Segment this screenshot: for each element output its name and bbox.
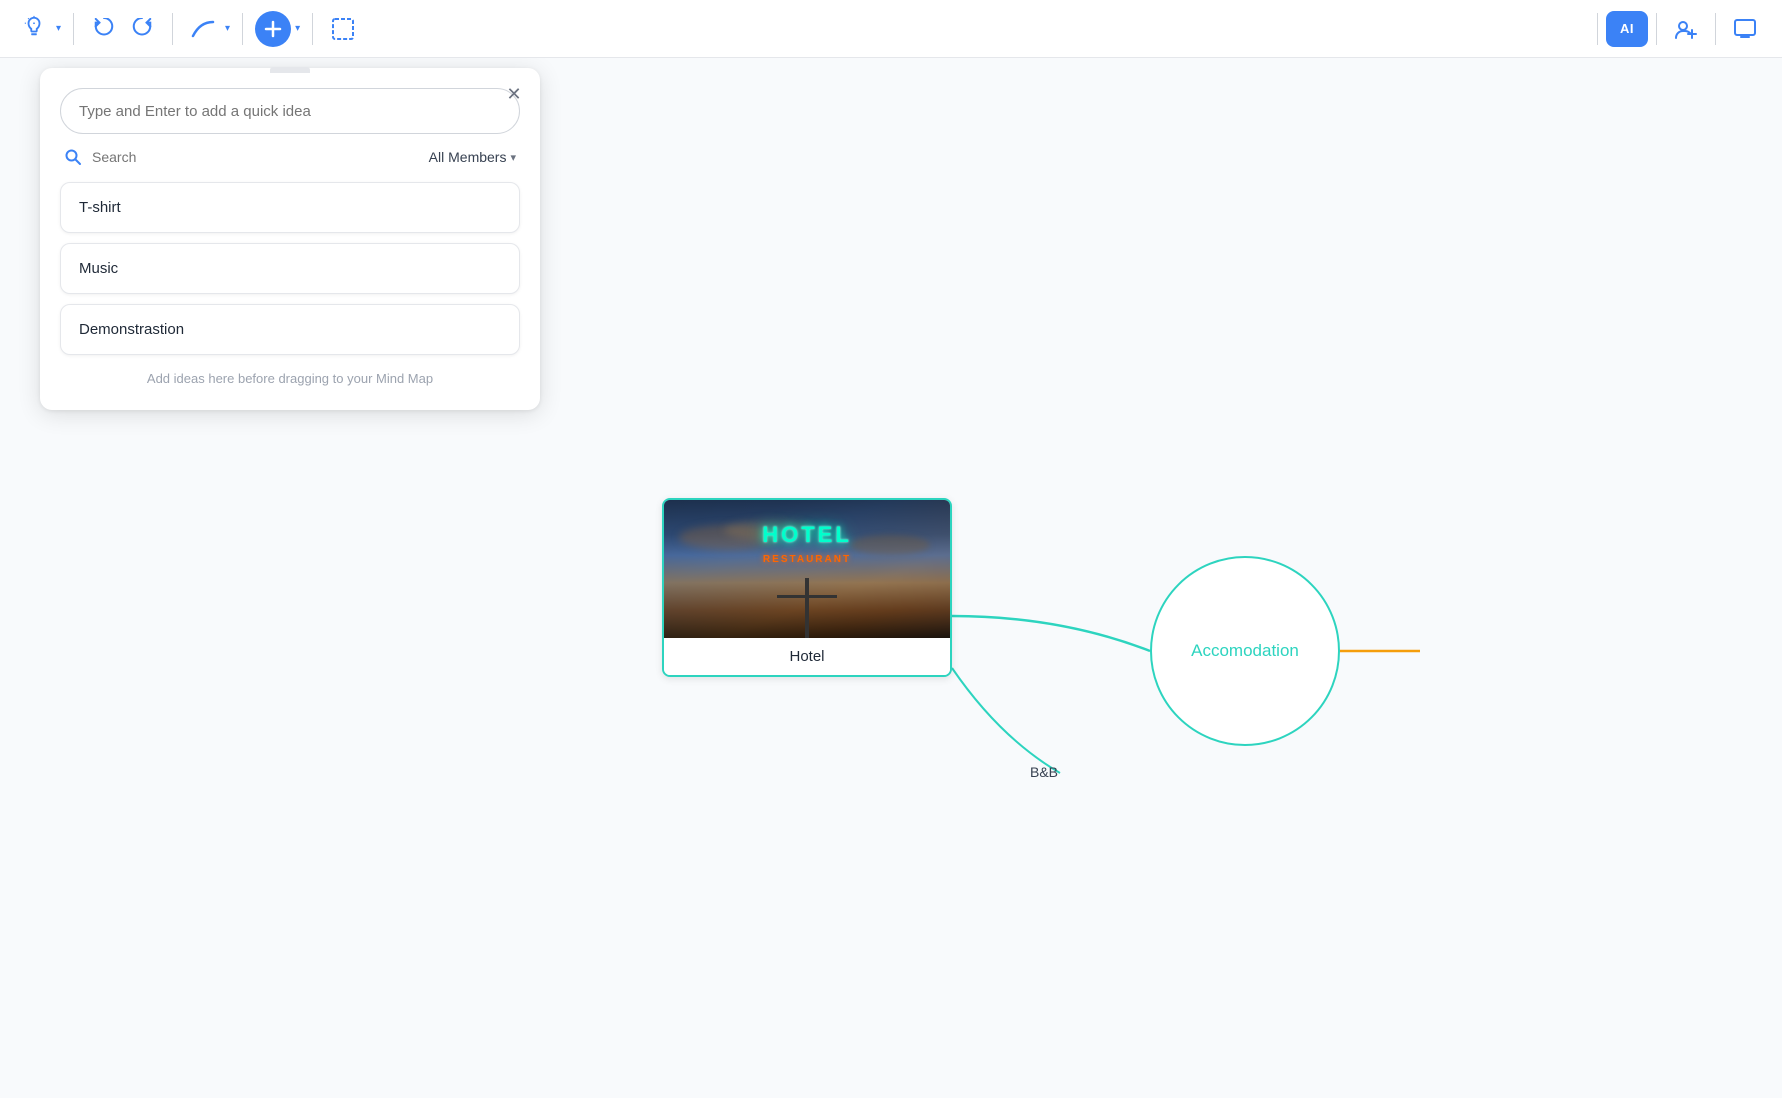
idea-text-music: Music [79,260,118,277]
idea-text-tshirt: T-shirt [79,199,121,216]
filter-dropdown-icon: ▾ [510,151,516,164]
right-divider-3 [1715,13,1716,45]
quick-idea-input[interactable] [60,88,520,134]
present-button[interactable] [1724,11,1766,47]
divider-3 [242,13,243,45]
divider-1 [73,13,74,45]
search-filter-row: All Members ▾ [60,148,520,166]
divider-4 [312,13,313,45]
idea-card-music[interactable]: Music [60,243,520,294]
undo-redo-group [86,11,160,47]
undo-button[interactable] [86,11,122,47]
hotel-sign: HOTEL [762,522,852,548]
add-group: ▾ [255,11,300,47]
add-ideas-hint: Add ideas here before dragging to your M… [60,371,520,386]
hotel-sub-sign: RESTAURANT [763,554,851,565]
ai-button[interactable]: AI [1606,11,1648,47]
curve-dropdown-arrow[interactable]: ▾ [225,23,230,34]
filter-select[interactable]: All Members ▾ [429,149,516,165]
bulb-button[interactable] [16,11,52,47]
bnb-label: B&B [1030,764,1058,780]
right-divider-1 [1597,13,1598,45]
panel-close-button[interactable]: ✕ [500,80,528,108]
toolbar-left-group: ▾ [16,11,61,47]
accommodation-node[interactable]: Accomodation [1150,556,1340,746]
select-button[interactable] [325,11,361,47]
accommodation-label: Accomodation [1191,641,1299,661]
hotel-label: Hotel [664,638,950,675]
hotel-pole [805,578,809,638]
close-icon: ✕ [506,84,521,105]
toolbar: ▾ ▾ [0,0,1782,58]
curve-group: ▾ [185,11,230,47]
canvas[interactable]: ✕ All Members ▾ T-shirt Music Demonstras… [0,58,1782,1098]
panel-tab [270,67,310,73]
redo-button[interactable] [124,11,160,47]
hotel-node[interactable]: HOTEL RESTAURANT Hotel [662,498,952,677]
search-icon [64,148,82,166]
curve-button[interactable] [185,11,221,47]
bulb-dropdown-arrow[interactable]: ▾ [56,23,61,34]
add-dropdown-arrow[interactable]: ▾ [295,23,300,34]
right-divider-2 [1656,13,1657,45]
add-button[interactable] [255,11,291,47]
idea-text-demonstration: Demonstrastion [79,321,184,338]
idea-card-tshirt[interactable]: T-shirt [60,182,520,233]
toolbar-right: AI [1593,11,1766,47]
search-input[interactable] [92,149,419,165]
select-group [325,11,361,47]
idea-card-demonstration[interactable]: Demonstrastion [60,304,520,355]
bulb-icon [23,15,45,42]
quick-ideas-panel: ✕ All Members ▾ T-shirt Music Demonstras… [40,68,540,410]
divider-2 [172,13,173,45]
add-user-button[interactable] [1665,11,1707,47]
hotel-image: HOTEL RESTAURANT [664,500,950,638]
filter-label: All Members [429,149,507,165]
